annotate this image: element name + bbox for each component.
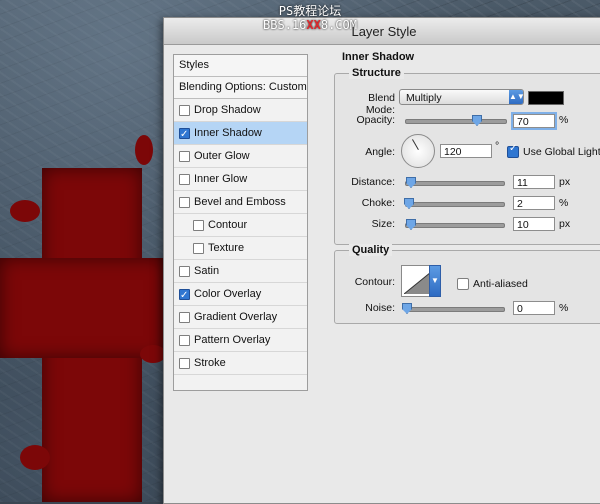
style-checkbox[interactable] — [179, 124, 190, 146]
angle-unit: ° — [495, 140, 500, 152]
distance-unit: px — [559, 176, 571, 188]
paint-splatter — [20, 445, 50, 470]
style-item-label: Drop Shadow — [194, 104, 261, 116]
watermark-line1: PS教程论坛 — [278, 4, 342, 18]
use-global-light-checkbox[interactable] — [507, 143, 519, 158]
structure-group: Structure Blend Mode: Multiply ▲▼ Opacit… — [334, 67, 600, 245]
distance-slider[interactable] — [405, 177, 505, 188]
style-item-label: Inner Shadow — [194, 127, 262, 139]
blend-mode-select[interactable]: Multiply ▲▼ — [399, 89, 525, 105]
style-item-outer-glow[interactable]: Outer Glow — [174, 145, 307, 168]
angle-label: Angle: — [365, 146, 395, 158]
size-field[interactable]: 10 — [513, 217, 555, 231]
distance-field[interactable]: 11 — [513, 175, 555, 189]
blend-mode-label: Blend Mode: — [365, 92, 395, 116]
styles-header[interactable]: Styles — [174, 55, 307, 77]
style-item-label: Outer Glow — [194, 150, 250, 162]
style-checkbox[interactable] — [179, 174, 190, 185]
paint-splatter — [10, 200, 40, 222]
style-item-label: Contour — [208, 219, 248, 231]
size-label: Size: — [371, 218, 395, 230]
opacity-label: Opacity: — [356, 114, 395, 126]
opacity-field[interactable]: 70 — [511, 112, 557, 130]
watermark-highlight: XX — [306, 18, 321, 32]
style-checkbox[interactable] — [179, 312, 190, 323]
choke-field[interactable]: 2 — [513, 196, 555, 210]
style-item-inner-shadow[interactable]: Inner Shadow — [174, 122, 307, 146]
layer-style-dialog: Layer Style Styles Blending Options: Cus… — [163, 17, 600, 504]
style-item-satin[interactable]: Satin — [174, 260, 307, 283]
style-item-label: Pattern Overlay — [194, 334, 271, 346]
style-item-label: Satin — [194, 265, 220, 277]
contour-label: Contour: — [354, 276, 395, 288]
opacity-unit: % — [559, 114, 569, 126]
opacity-slider-thumb[interactable] — [472, 115, 482, 126]
style-item-label: Stroke — [194, 357, 226, 369]
style-item-gradient-overlay[interactable]: Gradient Overlay — [174, 306, 307, 329]
style-item-texture[interactable]: Texture — [174, 237, 307, 260]
choke-unit: % — [559, 197, 569, 209]
anti-aliased-checkbox[interactable] — [457, 278, 469, 290]
size-slider-thumb[interactable] — [406, 219, 416, 230]
size-unit: px — [559, 218, 571, 230]
choke-slider[interactable] — [404, 198, 505, 209]
blend-mode-value: Multiply — [406, 92, 442, 104]
anti-aliased-label: Anti-aliased — [473, 278, 528, 290]
style-checkbox[interactable] — [193, 243, 204, 254]
quality-group: Quality Contour: ▼ Anti-aliased Noise: 0… — [334, 244, 600, 324]
select-arrows-icon: ▲▼ — [509, 90, 525, 104]
angle-field[interactable]: 120 — [440, 144, 492, 158]
style-item-contour[interactable]: Contour — [174, 214, 307, 237]
contour-dropdown-icon[interactable]: ▼ — [429, 265, 441, 297]
style-item-label: Gradient Overlay — [194, 311, 278, 323]
noise-field[interactable]: 0 — [513, 301, 555, 315]
blending-options[interactable]: Blending Options: Custom — [174, 77, 307, 99]
opacity-slider[interactable] — [405, 115, 507, 126]
structure-title: Structure — [349, 67, 404, 79]
watermark-suffix: 8.COM — [320, 18, 357, 32]
style-checkbox[interactable] — [179, 151, 190, 162]
size-slider[interactable] — [405, 219, 505, 230]
style-checkbox[interactable] — [179, 335, 190, 346]
style-item-label: Inner Glow — [194, 173, 248, 185]
choke-slider-thumb[interactable] — [404, 198, 414, 209]
style-item-pattern-overlay[interactable]: Pattern Overlay — [174, 329, 307, 352]
style-checkbox[interactable] — [179, 285, 190, 307]
style-item-stroke[interactable]: Stroke — [174, 352, 307, 375]
style-checkbox[interactable] — [179, 358, 190, 369]
angle-dial[interactable] — [401, 134, 435, 168]
style-checkbox[interactable] — [179, 266, 190, 277]
watermark-line2: BBS.16XX8.COM — [240, 18, 380, 32]
use-global-light-label: Use Global Light — [523, 146, 600, 158]
style-item-label: Texture — [208, 242, 245, 254]
style-item-bevel-and-emboss[interactable]: Bevel and Emboss — [174, 191, 307, 214]
noise-unit: % — [559, 302, 569, 314]
dialog-titlebar[interactable]: Layer Style — [164, 18, 600, 45]
style-checkbox[interactable] — [179, 105, 190, 116]
noise-label: Noise: — [365, 302, 395, 314]
angle-needle — [412, 139, 419, 150]
choke-label: Choke: — [361, 197, 395, 209]
style-checkbox[interactable] — [193, 220, 204, 231]
distance-slider-thumb[interactable] — [406, 177, 416, 188]
red-cross-horizontal — [0, 258, 165, 358]
distance-label: Distance: — [351, 176, 395, 188]
site-watermark: PS教程论坛 BBS.16XX8.COM — [240, 4, 380, 32]
style-item-inner-glow[interactable]: Inner Glow — [174, 168, 307, 191]
style-item-label: Bevel and Emboss — [194, 196, 286, 208]
noise-slider[interactable] — [402, 303, 505, 314]
dialog-title: Layer Style — [351, 24, 417, 39]
style-checkbox[interactable] — [179, 197, 190, 208]
inner-shadow-title: Inner Shadow — [342, 51, 415, 63]
noise-slider-thumb[interactable] — [402, 303, 412, 314]
quality-title: Quality — [349, 244, 393, 256]
style-item-color-overlay[interactable]: Color Overlay — [174, 283, 307, 307]
watermark-prefix: BBS.16 — [263, 18, 307, 32]
style-item-drop-shadow[interactable]: Drop Shadow — [174, 99, 307, 122]
styles-list: Styles Blending Options: Custom Drop Sha… — [173, 54, 308, 391]
paint-splatter — [135, 135, 153, 165]
style-item-label: Color Overlay — [194, 288, 262, 300]
shadow-color-swatch[interactable] — [528, 91, 564, 105]
styles-items: Drop Shadow Inner Shadow Outer Glow Inner G… — [174, 99, 307, 375]
